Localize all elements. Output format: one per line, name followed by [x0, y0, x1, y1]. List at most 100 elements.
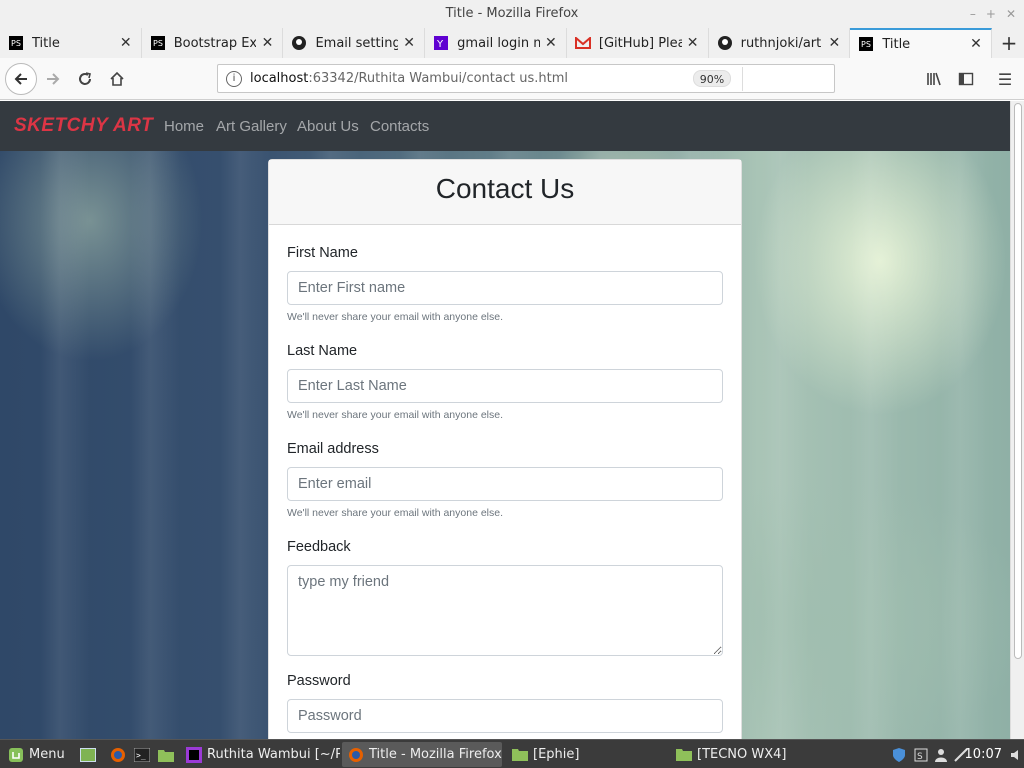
clipboard-icon[interactable]: S — [908, 742, 928, 767]
yahoo-icon: Y — [433, 35, 449, 51]
url-host: localhost — [250, 71, 309, 86]
volume-icon[interactable] — [1004, 742, 1024, 767]
minimize-icon[interactable]: – — [970, 0, 976, 28]
tab-strip: PS Title ✕ PS Bootstrap Exa ✕ Email sett… — [0, 28, 1024, 58]
sidebar-icon[interactable] — [951, 64, 981, 94]
back-button[interactable] — [5, 63, 37, 95]
tab-label: ruthnjoki/art — [740, 35, 822, 51]
close-icon[interactable]: ✕ — [969, 36, 983, 52]
files-launcher-icon[interactable] — [152, 742, 174, 767]
reload-icon[interactable] — [70, 64, 100, 94]
tab[interactable]: Y gmail login ma ✕ — [425, 28, 567, 58]
pycharm-icon — [186, 746, 202, 763]
close-icon[interactable]: ✕ — [119, 35, 133, 51]
last-name-help-text: We'll never share your email with anyone… — [287, 409, 503, 421]
new-tab-button[interactable]: + — [994, 28, 1024, 58]
start-menu-label: Menu — [29, 747, 65, 762]
feedback-label: Feedback — [287, 539, 351, 555]
pycharm-icon: PS — [858, 36, 874, 52]
taskbar-window-label: Ruthita Wambui [~/P... — [207, 747, 340, 762]
window-title: Title - Mozilla Firefox — [445, 6, 579, 21]
page-title: Contact Us — [435, 173, 575, 204]
close-icon[interactable]: ✕ — [827, 35, 841, 51]
library-icon[interactable] — [919, 64, 949, 94]
user-icon[interactable] — [928, 742, 948, 767]
tab[interactable]: Email settings ✕ — [283, 28, 426, 58]
card-header: Contact Us — [269, 160, 741, 225]
tab-label: Title — [882, 36, 911, 52]
taskbar-window-pycharm[interactable]: Ruthita Wambui [~/P... — [180, 742, 340, 767]
nav-link-home[interactable]: Home — [164, 118, 204, 135]
github-icon — [291, 35, 307, 51]
email-label: Email address — [287, 441, 379, 457]
home-icon[interactable] — [102, 64, 132, 94]
page-scrollbar[interactable] — [1010, 101, 1024, 739]
pycharm-icon: PS — [8, 35, 24, 51]
github-icon — [717, 35, 733, 51]
nav-link-art-gallery[interactable]: Art Gallery — [216, 118, 287, 135]
firefox-icon — [349, 747, 363, 762]
first-name-label: First Name — [287, 245, 358, 261]
forward-button[interactable] — [38, 64, 68, 94]
window-controls: – + ✕ — [970, 0, 1016, 28]
tab[interactable]: [GitHub] Pleas ✕ — [567, 28, 709, 58]
password-label: Password — [287, 673, 351, 689]
firefox-launcher-icon[interactable] — [104, 742, 126, 767]
nav-link-about-us[interactable]: About Us — [297, 118, 359, 135]
start-menu-button[interactable]: Menu — [2, 742, 68, 767]
tab-label: [GitHub] Pleas — [598, 35, 682, 51]
pycharm-icon: PS — [150, 35, 166, 51]
tab-label: Title — [32, 35, 60, 51]
email-input[interactable] — [287, 467, 723, 501]
close-icon[interactable]: ✕ — [260, 35, 274, 51]
svg-text:PS: PS — [153, 39, 163, 48]
url-text[interactable]: localhost:63342/Ruthita Wambui/contact u… — [250, 71, 568, 86]
terminal-launcher-icon[interactable]: >_ — [128, 742, 150, 767]
window-titlebar: Title - Mozilla Firefox – + ✕ — [0, 0, 1024, 28]
close-window-icon[interactable]: ✕ — [1006, 0, 1016, 28]
folder-icon — [676, 748, 692, 761]
close-icon[interactable]: ✕ — [402, 35, 416, 51]
site-navbar: SKETCHY ART Home Art Gallery About Us Co… — [0, 101, 1010, 151]
tab-label: Bootstrap Exa — [173, 35, 257, 51]
gmail-icon — [574, 35, 591, 51]
first-name-input[interactable] — [287, 271, 723, 305]
show-desktop-icon[interactable] — [74, 742, 96, 767]
divider — [742, 67, 743, 91]
svg-text:S: S — [917, 752, 923, 762]
hamburger-menu-icon[interactable]: ☰ — [990, 64, 1020, 94]
tab-active[interactable]: PS Title ✕ — [850, 28, 993, 58]
shield-icon[interactable] — [886, 742, 906, 767]
tab[interactable]: ruthnjoki/art ✕ — [709, 28, 851, 58]
clock: 10:07 — [964, 747, 1002, 762]
password-input[interactable] — [287, 699, 723, 733]
svg-text:PS: PS — [11, 39, 21, 48]
tab[interactable]: PS Bootstrap Exa ✕ — [142, 28, 284, 58]
tab[interactable]: PS Title ✕ — [0, 28, 142, 58]
feedback-textarea[interactable] — [287, 565, 723, 656]
first-name-help-text: We'll never share your email with anyone… — [287, 311, 503, 323]
email-help-text: We'll never share your email with anyone… — [287, 507, 503, 519]
page-viewport: SKETCHY ART Home Art Gallery About Us Co… — [0, 101, 1010, 739]
last-name-input[interactable] — [287, 369, 723, 403]
scrollbar-thumb[interactable] — [1014, 103, 1022, 659]
taskbar-window-label: Title - Mozilla Firefox — [369, 747, 502, 762]
close-icon[interactable]: ✕ — [686, 35, 700, 51]
brand-logo[interactable]: SKETCHY ART — [14, 115, 153, 137]
taskbar-window-tecno[interactable]: [TECNO WX4] — [670, 742, 830, 767]
zoom-indicator[interactable]: 90% — [693, 70, 731, 87]
contact-form-card: Contact Us First Name We'll never share … — [268, 159, 742, 739]
close-icon[interactable]: ✕ — [544, 35, 558, 51]
taskbar-window-ephie[interactable]: [Ephie] — [506, 742, 666, 767]
maximize-icon[interactable]: + — [986, 0, 996, 28]
url-path: :63342/Ruthita Wambui/contact us.html — [308, 71, 568, 86]
taskbar-window-label: [TECNO WX4] — [697, 747, 787, 762]
os-taskbar: Menu >_ Ruthita Wambui [~/P... Title - M… — [0, 739, 1024, 768]
nav-link-contacts[interactable]: Contacts — [370, 118, 429, 135]
svg-text:>_: >_ — [136, 751, 146, 760]
tab-label: Email settings — [315, 35, 398, 51]
folder-icon — [512, 748, 528, 761]
info-icon[interactable]: i — [226, 71, 242, 87]
taskbar-window-firefox[interactable]: Title - Mozilla Firefox — [342, 742, 502, 767]
mint-logo-icon — [9, 747, 23, 762]
